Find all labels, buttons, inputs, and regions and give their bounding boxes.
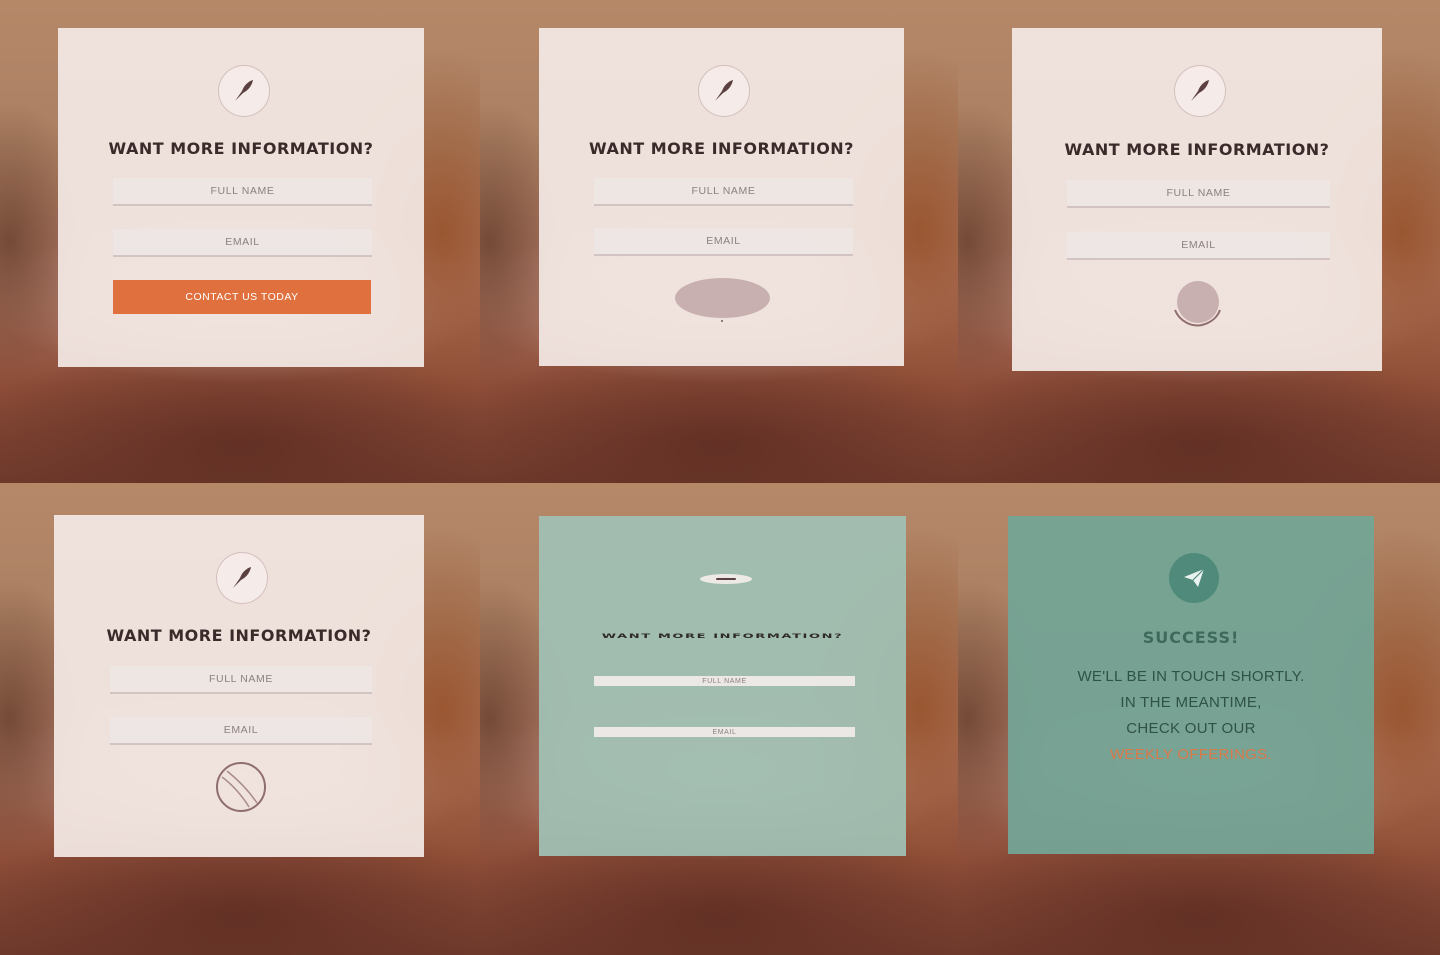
- full-name-field[interactable]: FULL NAME: [594, 676, 855, 686]
- feather-icon: [700, 574, 752, 584]
- form-title: WANT MORE INFORMATION?: [106, 626, 372, 645]
- email-field[interactable]: EMAIL: [110, 717, 372, 745]
- loading-spinner-icon: [216, 762, 266, 812]
- full-name-field[interactable]: FULL NAME: [594, 178, 853, 206]
- email-field[interactable]: EMAIL: [594, 727, 855, 737]
- full-name-field[interactable]: FULL NAME: [110, 666, 372, 694]
- success-message-line: WE'LL BE IN TOUCH SHORTLY.: [1077, 668, 1305, 685]
- background-panel: WANT MORE INFORMATION? FULL NAME EMAIL: [958, 0, 1440, 483]
- contact-card: WANT MORE INFORMATION? FULL NAME EMAIL: [54, 515, 424, 857]
- paper-plane-icon: [1169, 553, 1219, 603]
- feather-icon: [216, 552, 268, 604]
- email-field[interactable]: EMAIL: [113, 229, 372, 257]
- success-message-line: IN THE MEANTIME,: [1120, 694, 1262, 711]
- form-title: WANT MORE INFORMATION?: [589, 139, 854, 158]
- form-title: WANT MORE INFORMATION?: [1064, 140, 1330, 159]
- loading-spinner-icon: [1174, 281, 1221, 327]
- feather-icon: [218, 65, 270, 117]
- feather-icon: [1174, 65, 1226, 117]
- submit-morph-ellipse: [675, 278, 770, 318]
- contact-card: WANT MORE INFORMATION? FULL NAME EMAIL C…: [58, 28, 424, 367]
- contact-us-button[interactable]: CONTACT US TODAY: [113, 280, 371, 314]
- email-field[interactable]: EMAIL: [1067, 232, 1330, 260]
- email-field[interactable]: EMAIL: [594, 228, 853, 256]
- form-title: WANT MORE INFORMATION?: [108, 139, 374, 158]
- background-panel: WANT MORE INFORMATION? FULL NAME EMAIL: [480, 483, 958, 955]
- success-title: SUCCESS!: [1142, 628, 1240, 647]
- loading-dot: [721, 320, 723, 322]
- contact-card: WANT MORE INFORMATION? FULL NAME EMAIL: [539, 28, 904, 366]
- background-panel: WANT MORE INFORMATION? FULL NAME EMAIL: [480, 0, 958, 483]
- full-name-field[interactable]: FULL NAME: [1067, 180, 1330, 208]
- background-panel: SUCCESS! WE'LL BE IN TOUCH SHORTLY. IN T…: [958, 483, 1440, 955]
- success-card: SUCCESS! WE'LL BE IN TOUCH SHORTLY. IN T…: [1008, 516, 1374, 854]
- background-panel: WANT MORE INFORMATION? FULL NAME EMAIL C…: [0, 0, 480, 483]
- full-name-field[interactable]: FULL NAME: [113, 178, 372, 206]
- background-panel: WANT MORE INFORMATION? FULL NAME EMAIL: [0, 483, 480, 955]
- contact-card: WANT MORE INFORMATION? FULL NAME EMAIL: [1012, 28, 1382, 371]
- contact-card: WANT MORE INFORMATION? FULL NAME EMAIL: [539, 516, 906, 856]
- weekly-offerings-link[interactable]: WEEKLY OFFERINGS.: [1008, 746, 1374, 763]
- form-title: WANT MORE INFORMATION?: [601, 633, 844, 640]
- success-message-line: CHECK OUT OUR: [1126, 720, 1256, 737]
- feather-icon: [698, 65, 750, 117]
